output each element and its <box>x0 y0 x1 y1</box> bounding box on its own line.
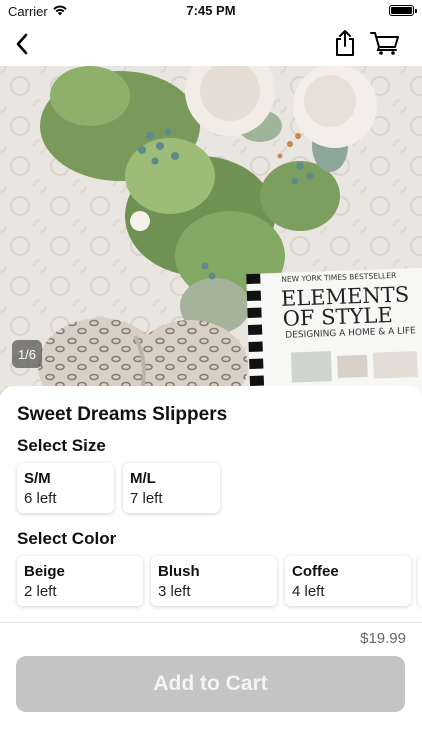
size-option-ml[interactable]: M/L 7 left <box>123 463 220 513</box>
footer-divider <box>0 622 422 623</box>
product-price: $19.99 <box>360 630 406 647</box>
color-option-coffee[interactable]: Coffee 4 left <box>285 556 411 606</box>
color-option-beige[interactable]: Beige 2 left <box>17 556 143 606</box>
color-section-label: Select Color <box>17 529 117 548</box>
size-option-stock: 6 left <box>24 490 57 507</box>
color-option-blush[interactable]: Blush 3 left <box>151 556 277 606</box>
color-option-name: Beige <box>24 563 65 580</box>
page-indicator: 1/6 <box>12 340 42 368</box>
navigation-bar <box>0 22 422 66</box>
color-option-stock: 2 left <box>24 583 57 600</box>
color-option-stock: 3 left <box>158 583 191 600</box>
chevron-left-icon <box>16 33 28 55</box>
size-option-name: S/M <box>24 470 51 487</box>
size-option-name: M/L <box>130 470 156 487</box>
share-icon <box>336 30 354 56</box>
color-option-name: Coffee <box>292 563 339 580</box>
size-option-sm[interactable]: S/M 6 left <box>17 463 114 513</box>
share-button[interactable] <box>330 26 360 60</box>
color-option-overflow[interactable] <box>418 556 422 606</box>
product-photo: NEW YORK TIMES BESTSELLER ELEMENTS OF ST… <box>0 66 422 396</box>
back-button[interactable] <box>6 28 38 60</box>
color-option-stock: 4 left <box>292 583 325 600</box>
add-to-cart-button[interactable]: Add to Cart <box>16 656 405 712</box>
color-option-name: Blush <box>158 563 200 580</box>
size-section-label: Select Size <box>17 436 106 455</box>
shopping-cart-icon <box>370 32 399 55</box>
product-image-carousel[interactable]: NEW YORK TIMES BESTSELLER ELEMENTS OF ST… <box>0 66 422 396</box>
status-bar: Carrier 7:45 PM <box>0 0 422 22</box>
clock: 7:45 PM <box>186 3 236 18</box>
product-title: Sweet Dreams Slippers <box>17 404 228 425</box>
battery-icon <box>389 5 417 16</box>
book: NEW YORK TIMES BESTSELLER ELEMENTS OF ST… <box>246 267 422 396</box>
product-details-sheet: Sweet Dreams Slippers Select Size S/M 6 … <box>0 386 422 622</box>
size-option-stock: 7 left <box>130 490 163 507</box>
cart-button[interactable] <box>368 26 402 60</box>
